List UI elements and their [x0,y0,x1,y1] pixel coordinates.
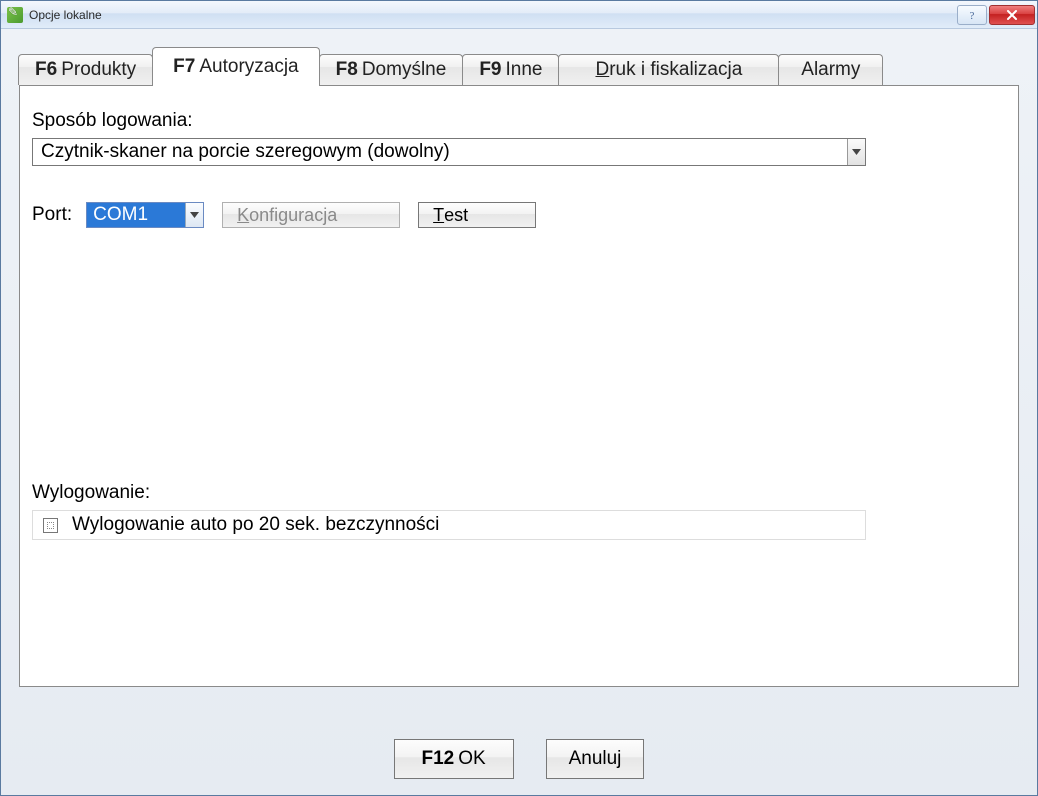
port-combo[interactable]: COM1 [86,202,204,228]
port-value: COM1 [87,203,185,227]
tab-label: Inne [506,59,543,81]
dialog-window: Opcje lokalne ? F6 Produkty [0,0,1038,796]
tab-key: F9 [479,59,501,81]
tab-page-autoryzacja: Sposób logowania: Czytnik-skaner na porc… [19,85,1019,687]
btn-label: OK [458,748,485,770]
btn-label: est [444,205,468,226]
btn-label: Anuluj [569,748,622,770]
port-label: Port: [32,204,72,226]
btn-label: onfiguracja [249,205,337,226]
tab-strip: F6 Produkty F7 Autoryzacja F8 Domyślne F… [18,47,1019,85]
tab-mnemonic: D [595,59,609,81]
tab-domyslne[interactable]: F8 Domyślne [319,54,464,85]
svg-text:?: ? [970,10,975,21]
konfiguracja-button[interactable]: Konfiguracja [222,202,400,228]
tab-control: F6 Produkty F7 Autoryzacja F8 Domyślne F… [19,47,1019,687]
chk-text: ylogowanie auto po 20 sek. bezczynności [90,514,440,535]
ok-button[interactable]: F12 OK [394,739,514,779]
login-method-value: Czytnik-skaner na porcie szeregowym (dow… [41,141,450,163]
logout-label: Wylogowanie: [32,482,1006,504]
tab-druk[interactable]: Druk i fiskalizacja [558,54,779,85]
btn-mnemonic: T [433,205,444,226]
help-button[interactable]: ? [957,5,987,25]
test-button[interactable]: Test [418,202,536,228]
close-button[interactable] [989,5,1035,25]
tab-label: Produkty [61,59,136,81]
login-method-label: Sposób logowania: [32,110,1006,132]
tab-produkty[interactable]: F6 Produkty [18,54,153,85]
tab-autoryzacja[interactable]: F7 Autoryzacja [152,47,319,85]
logout-checkbox[interactable] [43,518,58,533]
login-method-combo[interactable]: Czytnik-skaner na porcie szeregowym (dow… [32,138,866,166]
logout-check-row[interactable]: Wylogowanie auto po 20 sek. bezczynności [32,510,866,540]
tab-key: F8 [336,59,358,81]
tab-label: Domyślne [362,59,446,81]
logout-check-label: Wylogowanie auto po 20 sek. bezczynności [72,514,439,536]
logout-section: Wylogowanie: Wylogowanie auto po 20 sek.… [32,482,1006,540]
title-bar: Opcje lokalne ? [1,1,1037,29]
window-title: Opcje lokalne [29,8,957,22]
btn-key: F12 [421,748,454,770]
chk-mnemonic: W [72,514,90,535]
cancel-button[interactable]: Anuluj [546,739,645,779]
chevron-down-icon[interactable] [847,139,865,165]
tab-label: ruk i fiskalizacja [609,59,742,81]
btn-mnemonic: K [237,205,249,226]
tab-label: Alarmy [801,59,860,81]
tab-label: Autoryzacja [199,56,298,78]
app-icon [7,7,23,23]
tab-alarmy[interactable]: Alarmy [778,54,883,85]
port-row: Port: COM1 Konfiguracja Test [32,202,1006,228]
dialog-footer: F12 OK Anuluj [1,739,1037,779]
tab-inne[interactable]: F9 Inne [462,54,559,85]
tab-key: F7 [173,56,195,78]
tab-key: F6 [35,59,57,81]
system-buttons: ? [957,5,1035,25]
client-area: F6 Produkty F7 Autoryzacja F8 Domyślne F… [1,29,1037,795]
chevron-down-icon[interactable] [185,203,203,227]
